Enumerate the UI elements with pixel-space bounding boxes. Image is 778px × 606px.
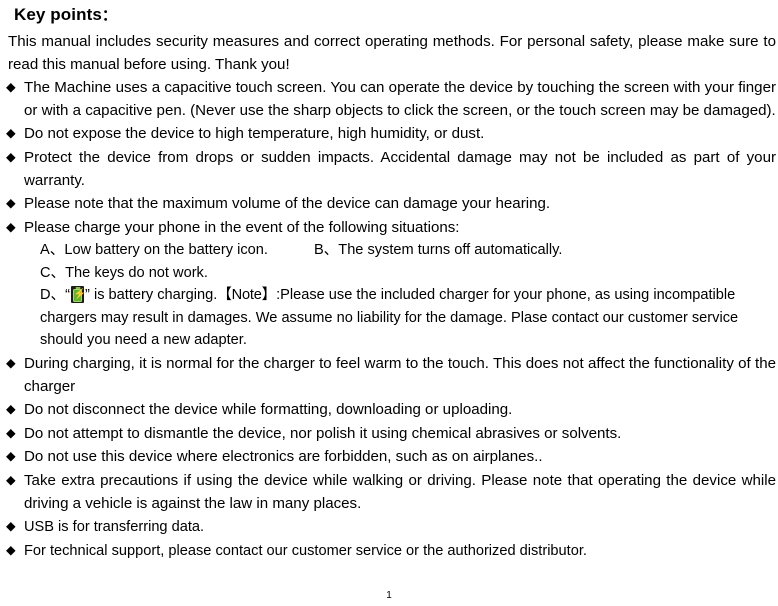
manual-page: Key points： This manual includes securit… — [0, 0, 778, 606]
bullet-text: Please note that the maximum volume of t… — [24, 195, 551, 213]
bullet-drops: ◆ Protect the device from drops or sudden… — [6, 146, 776, 192]
item-c-text: The keys do not work. — [65, 264, 208, 281]
item-d-text: is battery charging. — [89, 287, 218, 304]
manual-body: This manual includes security measures a… — [0, 27, 778, 562]
bullet-text: Do not use this device where electronics… — [24, 448, 543, 466]
bullet-dismantle: ◆ Do not attempt to dismantle the device,… — [6, 422, 776, 446]
diamond-bullet-icon: ◆ — [6, 472, 16, 487]
diamond-bullet-icon: ◆ — [6, 126, 16, 141]
diamond-bullet-icon: ◆ — [6, 425, 16, 440]
bullet-volume: ◆ Please note that the maximum volume of … — [6, 192, 776, 216]
battery-charging-icon — [71, 286, 86, 304]
diamond-bullet-icon: ◆ — [6, 355, 16, 370]
bullet-text: Take extra precautions if using the devi… — [24, 471, 776, 512]
bullet-text: Please charge your phone in the event of… — [24, 218, 460, 236]
diamond-bullet-icon: ◆ — [6, 196, 16, 211]
diamond-bullet-icon: ◆ — [6, 449, 16, 464]
bullet-text: Protect the device from drops or sudden … — [24, 148, 776, 189]
bullet-touch-screen: ◆ The Machine uses a capacitive touch scr… — [6, 76, 776, 122]
diamond-bullet-icon: ◆ — [6, 149, 16, 164]
item-a-text: Low battery on the battery icon. — [64, 242, 268, 259]
charge-situation-row-ab: A、Low battery on the battery icon. B、The … — [6, 239, 776, 261]
quote-open: “ — [65, 287, 71, 304]
item-b-text: The system turns off automatically. — [338, 242, 563, 259]
diamond-bullet-icon: ◆ — [6, 542, 16, 557]
charge-situation-row-c: C、The keys do not work. — [6, 262, 776, 284]
bullet-text: The Machine uses a capacitive touch scre… — [24, 79, 776, 119]
item-d-label: D、 — [40, 287, 66, 304]
bullet-text: Do not attempt to dismantle the device, … — [24, 424, 622, 442]
bullet-text: During charging, it is normal for the ch… — [24, 354, 776, 395]
intro-paragraph: This manual includes security measures a… — [8, 33, 776, 73]
item-a-label: A、 — [40, 242, 65, 259]
charge-situation-row-d: D、“” is battery charging.【Note】:Please u… — [6, 284, 776, 352]
page-number: 1 — [386, 590, 392, 601]
bullet-charging-warmth: ◆ During charging, it is normal for the c… — [6, 352, 776, 398]
bullet-text: For technical support, please contact ou… — [24, 542, 587, 559]
page-title-text: Key points — [14, 5, 102, 24]
bullet-forbidden-areas: ◆ Do not use this device where electronic… — [6, 445, 776, 469]
item-c-label: C、 — [40, 264, 66, 281]
diamond-bullet-icon: ◆ — [6, 402, 16, 417]
note-marker: 【Note】 — [217, 287, 277, 304]
bullet-text: Do not expose the device to high tempera… — [24, 125, 485, 143]
diamond-bullet-icon: ◆ — [6, 519, 16, 534]
bullet-walking-driving: ◆ Take extra precautions if using the dev… — [6, 469, 776, 515]
diamond-bullet-icon: ◆ — [6, 219, 16, 234]
bullet-text: USB is for transferring data. — [24, 519, 205, 536]
bullet-text: Do not disconnect the device while forma… — [24, 401, 513, 419]
bullet-charge: ◆ Please charge your phone in the event o… — [6, 216, 776, 240]
bullet-disconnect: ◆ Do not disconnect the device while form… — [6, 398, 776, 422]
bullet-technical-support: ◆ For technical support, please contact o… — [6, 539, 776, 563]
bullet-temperature: ◆ Do not expose the device to high temper… — [6, 122, 776, 146]
page-title: Key points： — [0, 0, 778, 27]
bullet-usb: ◆ USB is for transferring data. — [6, 515, 776, 539]
diamond-bullet-icon: ◆ — [6, 80, 16, 95]
item-b-label: B、 — [313, 242, 339, 259]
page-title-colon: ： — [101, 7, 118, 24]
